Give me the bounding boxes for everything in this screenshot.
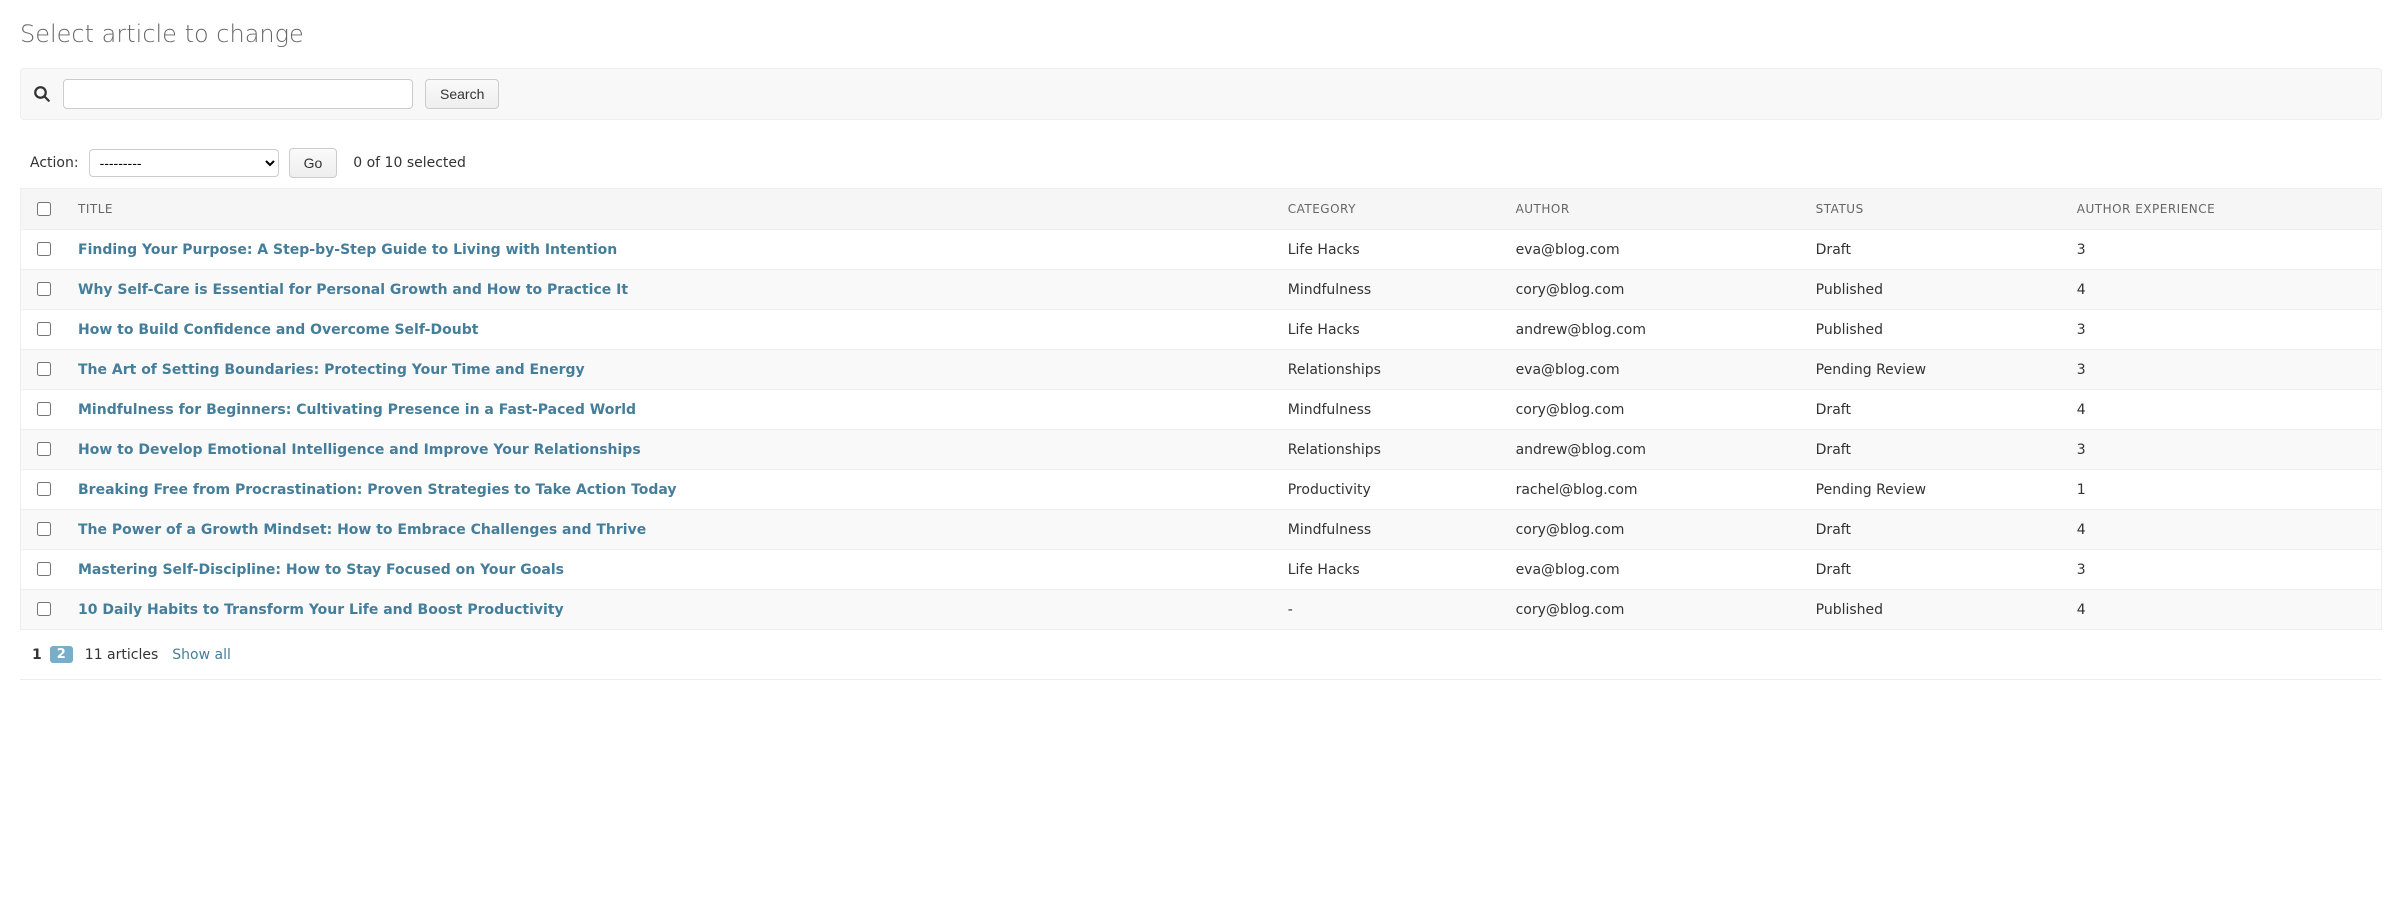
paginator: 1 2 11 articles Show all xyxy=(32,646,2382,663)
cell-category: Relationships xyxy=(1276,350,1504,390)
cell-status: Draft xyxy=(1804,510,2065,550)
cell-category: - xyxy=(1276,590,1504,630)
cell-exp: 4 xyxy=(2065,270,2382,310)
cell-author: eva@blog.com xyxy=(1504,230,1804,270)
go-button[interactable]: Go xyxy=(289,148,338,178)
cell-author: cory@blog.com xyxy=(1504,390,1804,430)
table-row: The Art of Setting Boundaries: Protectin… xyxy=(21,350,2382,390)
action-label: Action: xyxy=(30,155,79,171)
search-icon xyxy=(33,85,51,103)
cell-author: andrew@blog.com xyxy=(1504,430,1804,470)
cell-author: cory@blog.com xyxy=(1504,270,1804,310)
cell-category: Mindfulness xyxy=(1276,390,1504,430)
article-link[interactable]: Breaking Free from Procrastination: Prov… xyxy=(78,482,677,498)
row-checkbox[interactable] xyxy=(37,322,51,336)
cell-status: Published xyxy=(1804,590,2065,630)
table-row: How to Build Confidence and Overcome Sel… xyxy=(21,310,2382,350)
cell-category: Life Hacks xyxy=(1276,230,1504,270)
table-row: Mastering Self-Discipline: How to Stay F… xyxy=(21,550,2382,590)
row-checkbox[interactable] xyxy=(37,242,51,256)
cell-category: Relationships xyxy=(1276,430,1504,470)
row-checkbox[interactable] xyxy=(37,562,51,576)
article-link[interactable]: Mindfulness for Beginners: Cultivating P… xyxy=(78,402,636,418)
page-link-2[interactable]: 2 xyxy=(50,646,73,663)
article-link[interactable]: The Art of Setting Boundaries: Protectin… xyxy=(78,362,585,378)
selection-count: 0 of 10 selected xyxy=(353,155,466,171)
results-table: Title Category Author Status Author Expe… xyxy=(20,188,2382,630)
article-link[interactable]: The Power of a Growth Mindset: How to Em… xyxy=(78,522,646,538)
cell-author: cory@blog.com xyxy=(1504,510,1804,550)
search-toolbar: Search xyxy=(20,68,2382,120)
cell-status: Draft xyxy=(1804,230,2065,270)
table-row: Mindfulness for Beginners: Cultivating P… xyxy=(21,390,2382,430)
cell-exp: 4 xyxy=(2065,390,2382,430)
cell-author: cory@blog.com xyxy=(1504,590,1804,630)
table-row: Finding Your Purpose: A Step-by-Step Gui… xyxy=(21,230,2382,270)
table-row: How to Develop Emotional Intelligence an… xyxy=(21,430,2382,470)
select-all-checkbox[interactable] xyxy=(37,202,51,216)
row-checkbox[interactable] xyxy=(37,522,51,536)
cell-exp: 4 xyxy=(2065,590,2382,630)
col-author[interactable]: Author xyxy=(1504,189,1804,230)
article-link[interactable]: Mastering Self-Discipline: How to Stay F… xyxy=(78,562,564,578)
cell-status: Draft xyxy=(1804,430,2065,470)
cell-status: Draft xyxy=(1804,390,2065,430)
cell-category: Life Hacks xyxy=(1276,550,1504,590)
article-count: 11 articles xyxy=(85,647,158,663)
row-checkbox[interactable] xyxy=(37,362,51,376)
page-title: Select article to change xyxy=(20,20,2382,48)
article-link[interactable]: Finding Your Purpose: A Step-by-Step Gui… xyxy=(78,242,617,258)
cell-author: andrew@blog.com xyxy=(1504,310,1804,350)
cell-status: Pending Review xyxy=(1804,350,2065,390)
table-row: Breaking Free from Procrastination: Prov… xyxy=(21,470,2382,510)
cell-category: Life Hacks xyxy=(1276,310,1504,350)
cell-exp: 3 xyxy=(2065,350,2382,390)
article-link[interactable]: 10 Daily Habits to Transform Your Life a… xyxy=(78,602,564,618)
cell-author: rachel@blog.com xyxy=(1504,470,1804,510)
col-title[interactable]: Title xyxy=(66,189,1276,230)
cell-status: Published xyxy=(1804,310,2065,350)
row-checkbox[interactable] xyxy=(37,482,51,496)
row-checkbox[interactable] xyxy=(37,282,51,296)
table-row: Why Self-Care is Essential for Personal … xyxy=(21,270,2382,310)
search-input[interactable] xyxy=(63,79,413,109)
cell-category: Mindfulness xyxy=(1276,270,1504,310)
cell-exp: 1 xyxy=(2065,470,2382,510)
article-link[interactable]: How to Build Confidence and Overcome Sel… xyxy=(78,322,478,338)
footer-separator xyxy=(20,679,2382,680)
cell-category: Mindfulness xyxy=(1276,510,1504,550)
article-link[interactable]: How to Develop Emotional Intelligence an… xyxy=(78,442,641,458)
cell-status: Published xyxy=(1804,270,2065,310)
page-current: 1 xyxy=(32,647,42,663)
col-author-experience[interactable]: Author Experience xyxy=(2065,189,2382,230)
cell-exp: 3 xyxy=(2065,310,2382,350)
cell-status: Pending Review xyxy=(1804,470,2065,510)
cell-exp: 3 xyxy=(2065,230,2382,270)
search-button[interactable]: Search xyxy=(425,79,499,109)
cell-exp: 3 xyxy=(2065,430,2382,470)
table-row: 10 Daily Habits to Transform Your Life a… xyxy=(21,590,2382,630)
actions-bar: Action: --------- Go 0 of 10 selected xyxy=(30,148,2382,178)
cell-category: Productivity xyxy=(1276,470,1504,510)
cell-status: Draft xyxy=(1804,550,2065,590)
action-select[interactable]: --------- xyxy=(89,149,279,177)
row-checkbox[interactable] xyxy=(37,442,51,456)
cell-author: eva@blog.com xyxy=(1504,350,1804,390)
cell-author: eva@blog.com xyxy=(1504,550,1804,590)
row-checkbox[interactable] xyxy=(37,402,51,416)
cell-exp: 3 xyxy=(2065,550,2382,590)
header-select-all xyxy=(21,189,67,230)
row-checkbox[interactable] xyxy=(37,602,51,616)
cell-exp: 4 xyxy=(2065,510,2382,550)
table-row: The Power of a Growth Mindset: How to Em… xyxy=(21,510,2382,550)
show-all-link[interactable]: Show all xyxy=(172,647,231,663)
col-status[interactable]: Status xyxy=(1804,189,2065,230)
col-category[interactable]: Category xyxy=(1276,189,1504,230)
article-link[interactable]: Why Self-Care is Essential for Personal … xyxy=(78,282,628,298)
